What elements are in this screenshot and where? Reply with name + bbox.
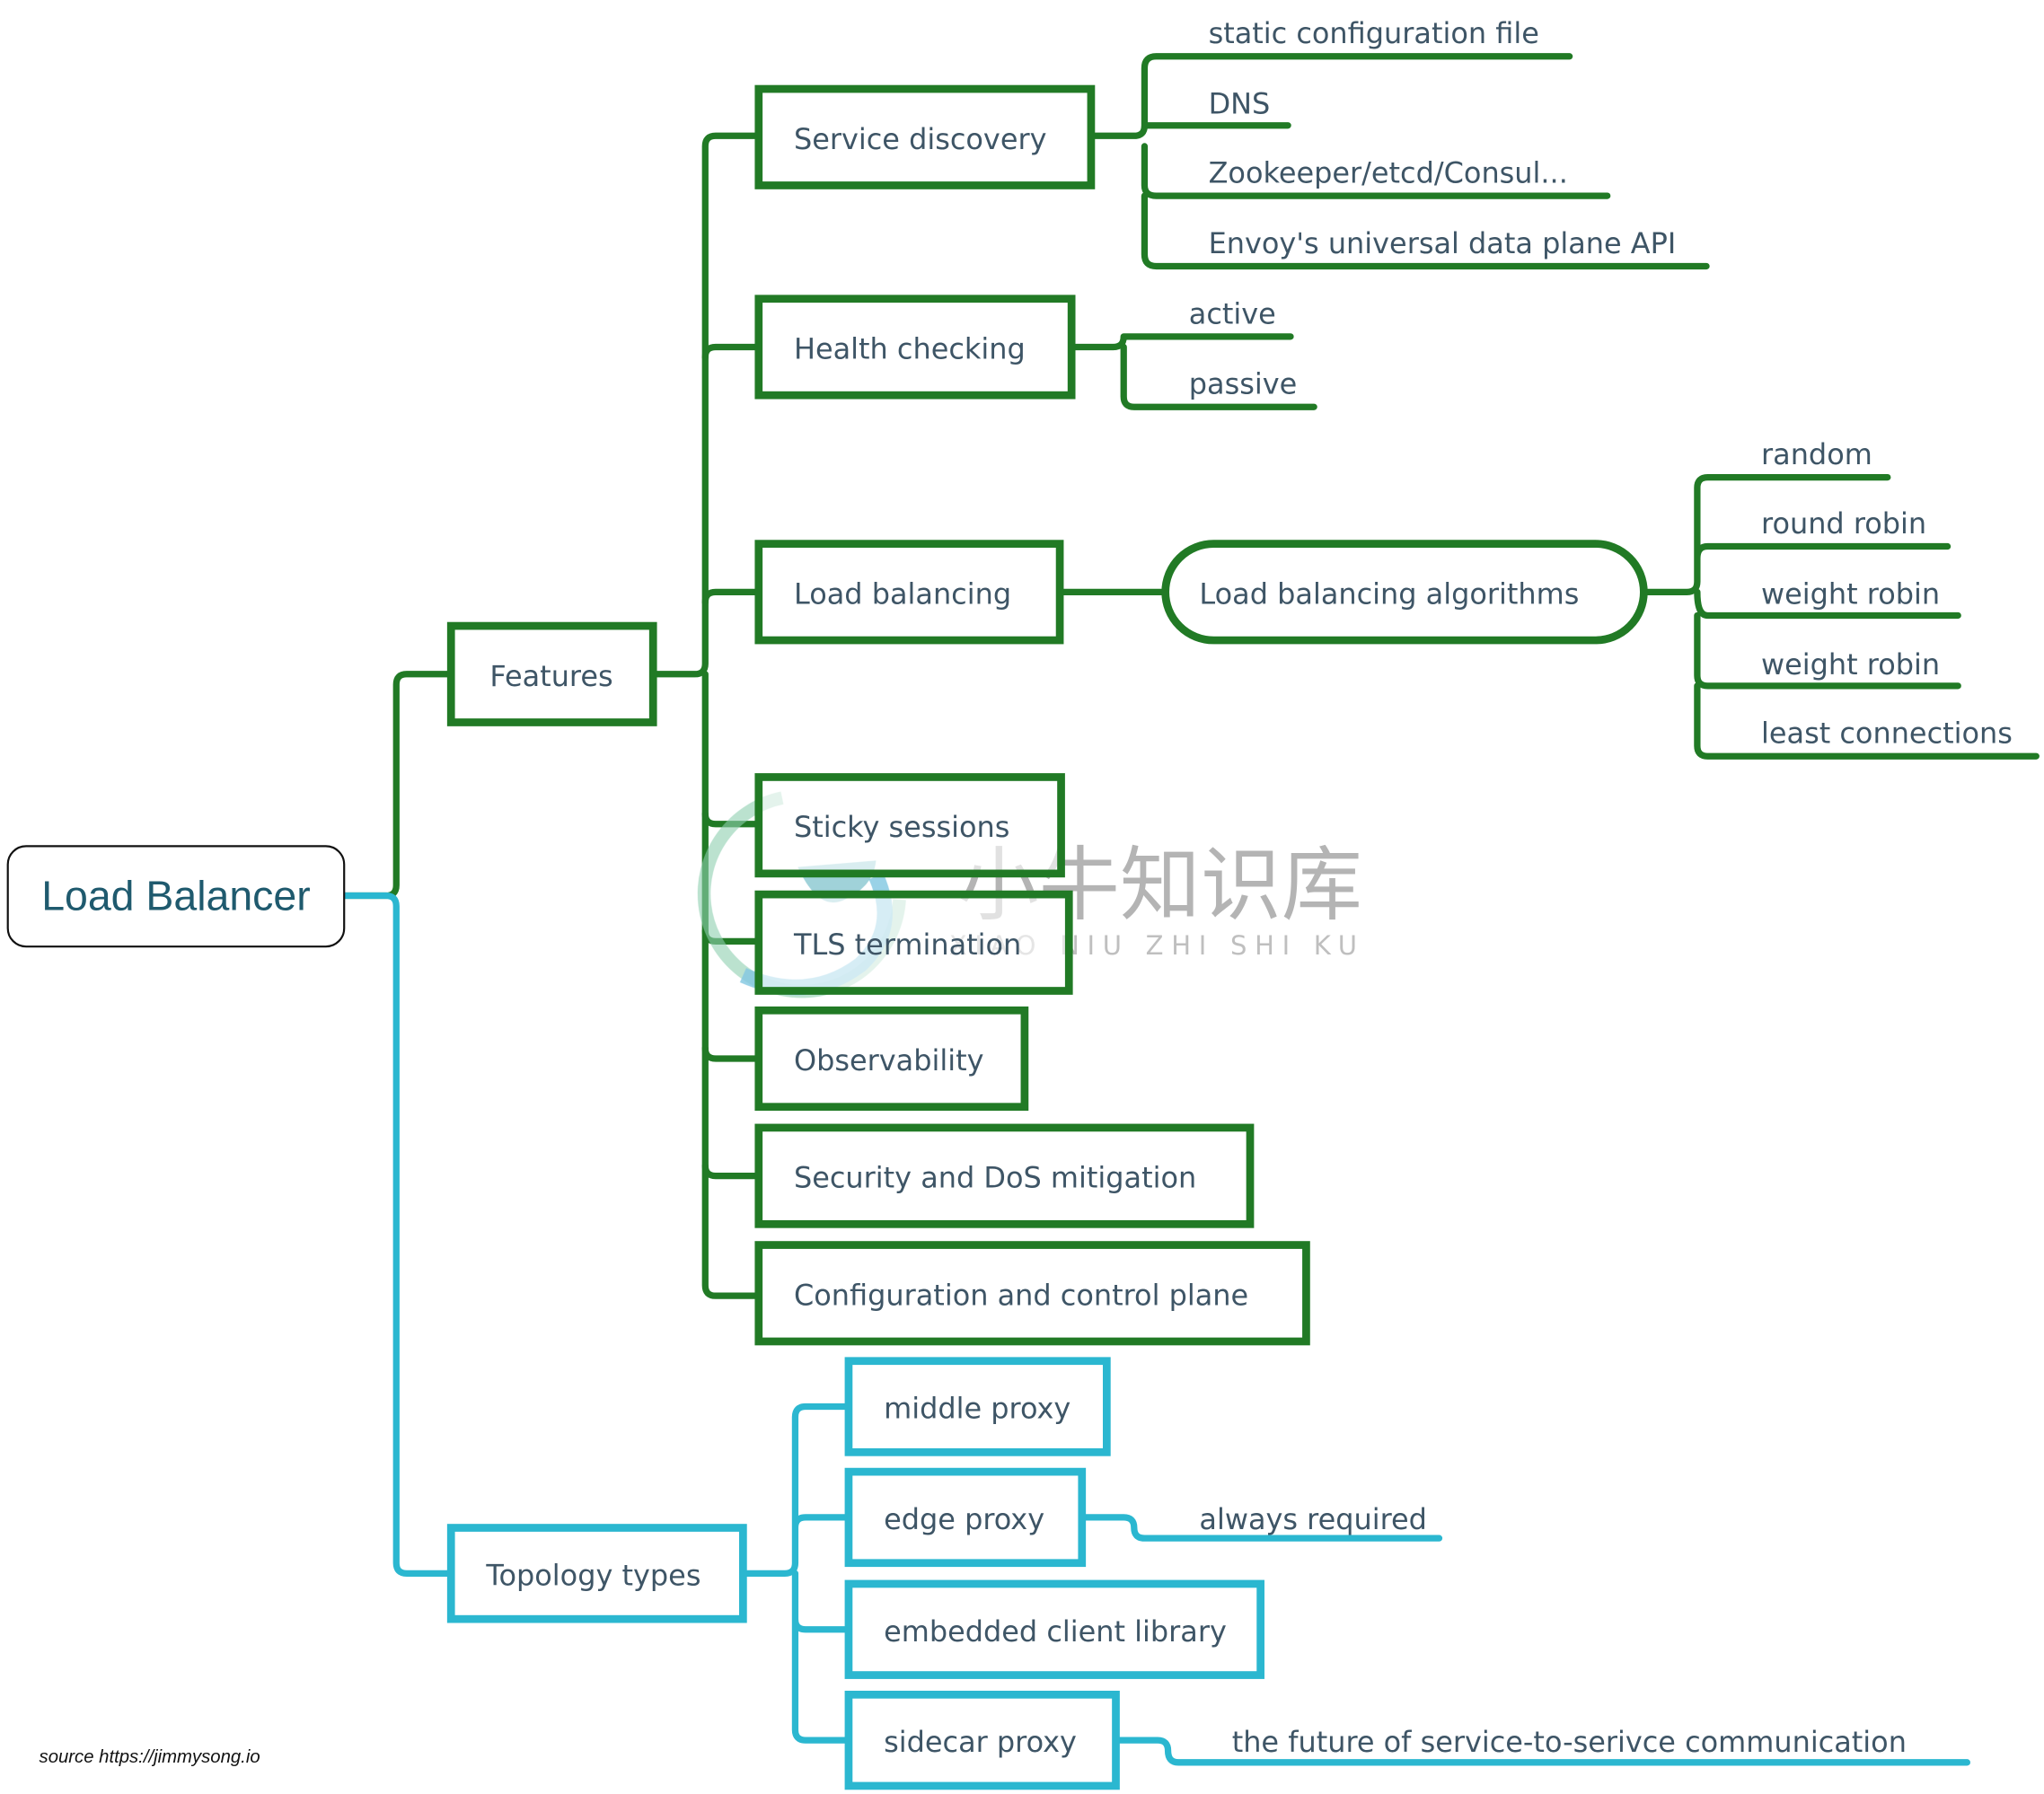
node-label: Observability xyxy=(794,1043,984,1077)
node-label: Configuration and control plane xyxy=(794,1278,1248,1312)
leaf-active: active xyxy=(1189,296,1276,330)
node-security-dos[interactable]: Security and DoS mitigation xyxy=(754,1123,1255,1228)
leaf-random: random xyxy=(1761,437,1872,471)
root-label: Load Balancer xyxy=(41,873,311,919)
node-embedded-client-library[interactable]: embedded client library xyxy=(844,1579,1264,1679)
leaf-round-robin: round robin xyxy=(1761,506,1926,541)
node-sticky-sessions[interactable]: Sticky sessions xyxy=(754,773,1065,878)
node-health-checking[interactable]: Health checking xyxy=(754,295,1076,400)
note-always-required: always required xyxy=(1199,1502,1427,1536)
node-label: TLS termination xyxy=(793,928,1021,962)
node-middle-proxy[interactable]: middle proxy xyxy=(844,1357,1111,1456)
note-sidecar-future: the future of service-to-serivce communi… xyxy=(1232,1725,1907,1759)
node-label: Security and DoS mitigation xyxy=(794,1161,1196,1195)
leaf-weight-robin: weight robin xyxy=(1761,576,1940,611)
connector-health xyxy=(701,343,762,361)
features-label: Features xyxy=(489,659,612,693)
connector-security xyxy=(701,1162,762,1180)
node-label: Load balancing xyxy=(794,576,1011,611)
connector-root-features xyxy=(340,671,454,900)
connector-topology-trunk xyxy=(739,1403,852,1744)
node-label: Health checking xyxy=(794,332,1026,366)
root-node[interactable]: Load Balancer xyxy=(6,845,346,948)
features-node[interactable]: Features xyxy=(446,621,657,726)
mind-map-canvas: Load Balancer Features Service discovery… xyxy=(0,0,2044,1794)
node-config-control-plane[interactable]: Configuration and control plane xyxy=(754,1241,1310,1346)
connector-observ xyxy=(701,1044,762,1062)
mind-map: Load Balancer Features Service discovery… xyxy=(6,16,2040,1790)
leaf-zookeeper: Zookeeper/etcd/Consul... xyxy=(1209,156,1568,190)
source-credit: source https://jimmysong.io xyxy=(40,1747,260,1767)
connector-features-trunk xyxy=(649,132,762,1299)
node-label: sidecar proxy xyxy=(884,1725,1077,1759)
node-sidecar-proxy[interactable]: sidecar proxy xyxy=(844,1690,1120,1790)
node-label: Service discovery xyxy=(794,122,1047,156)
node-load-balancing[interactable]: Load balancing xyxy=(754,540,1064,645)
leaf-dns: DNS xyxy=(1209,87,1271,121)
topology-label: Topology types xyxy=(485,1558,700,1592)
node-observability[interactable]: Observability xyxy=(754,1006,1029,1112)
node-label: middle proxy xyxy=(884,1392,1070,1426)
node-label: embedded client library xyxy=(884,1614,1227,1649)
node-label: Sticky sessions xyxy=(794,810,1009,844)
leaf-weight-robin-2: weight robin xyxy=(1761,647,1940,682)
leaf-least-connections: least connections xyxy=(1761,717,2013,751)
node-tls-termination[interactable]: TLS termination xyxy=(754,890,1073,995)
node-label: edge proxy xyxy=(884,1502,1044,1536)
node-lb-algorithms[interactable]: Load balancing algorithms xyxy=(1161,540,1648,645)
node-label: Load balancing algorithms xyxy=(1199,576,1579,611)
leaf-envoy-api: Envoy's universal data plane API xyxy=(1209,226,1677,260)
topology-node[interactable]: Topology types xyxy=(446,1524,747,1623)
connector-loadbal xyxy=(701,588,762,606)
node-edge-proxy[interactable]: edge proxy xyxy=(844,1467,1087,1568)
node-service-discovery[interactable]: Service discovery xyxy=(754,84,1096,189)
leaf-static-config: static configuration file xyxy=(1209,16,1539,50)
connector-root-topology xyxy=(340,892,454,1577)
leaf-passive: passive xyxy=(1189,367,1298,401)
